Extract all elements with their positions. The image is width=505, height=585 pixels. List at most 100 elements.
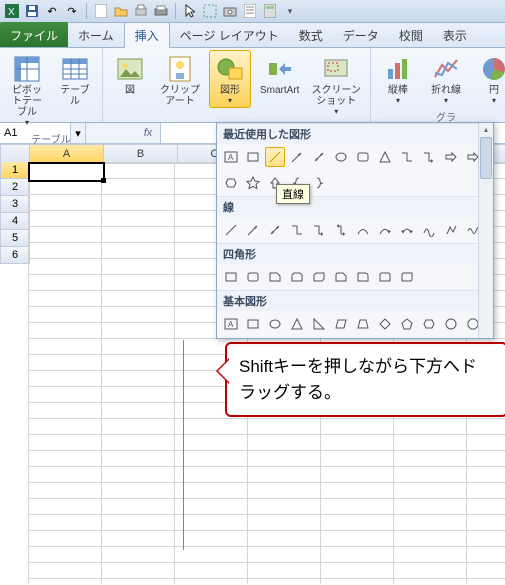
hexagon-basic-shape-icon[interactable]: [419, 314, 439, 334]
oval-basic-shape-icon[interactable]: [265, 314, 285, 334]
print-icon[interactable]: [153, 3, 169, 19]
screenshot-button[interactable]: スクリーン ショット ▾: [308, 50, 364, 119]
save-icon[interactable]: [24, 3, 40, 19]
round-same-rect-shape-icon[interactable]: [375, 267, 395, 287]
elbow-double-arrow-shape-icon[interactable]: [331, 220, 351, 240]
group-tables: ピボットテーブル ▾ テーブル テーブル: [0, 48, 103, 122]
pie-chart-button[interactable]: 円 ▾: [473, 50, 505, 108]
tab-formulas[interactable]: 数式: [289, 23, 333, 47]
elbow-arrow-connector-shape-icon[interactable]: [419, 147, 439, 167]
row-header-5[interactable]: 5: [0, 230, 30, 247]
calculator-icon[interactable]: [262, 3, 278, 19]
rect-shape-icon[interactable]: [221, 267, 241, 287]
scrollbar-thumb[interactable]: [480, 137, 492, 179]
open-icon[interactable]: [113, 3, 129, 19]
tab-review[interactable]: 校閲: [389, 23, 433, 47]
instruction-callout: Shiftキーを押しながら下方へドラッグする。: [225, 342, 505, 417]
line-chart-button[interactable]: 折れ線 ▾: [425, 50, 467, 108]
smartart-button[interactable]: SmartArt: [257, 50, 302, 99]
elbow-connector-shape-icon[interactable]: [397, 147, 417, 167]
round-single-rect-shape-icon[interactable]: [353, 267, 373, 287]
tab-file[interactable]: ファイル: [0, 22, 68, 47]
new-icon[interactable]: [93, 3, 109, 19]
pivot-table-button[interactable]: ピボットテーブル ▾: [6, 50, 48, 130]
snip-same-rect-shape-icon[interactable]: [287, 267, 307, 287]
tab-data[interactable]: データ: [333, 23, 389, 47]
arrow-line-shape-icon[interactable]: [243, 220, 263, 240]
heptagon-shape-icon[interactable]: [441, 314, 461, 334]
freeform-shape-icon[interactable]: [441, 220, 461, 240]
form-icon[interactable]: [242, 3, 258, 19]
col-header-b[interactable]: B: [104, 144, 178, 164]
row-header-4[interactable]: 4: [0, 213, 30, 230]
rect-basic-shape-icon[interactable]: [243, 314, 263, 334]
snip-diag-rect-shape-icon[interactable]: [309, 267, 329, 287]
row-header-6[interactable]: 6: [0, 247, 30, 264]
gallery-scrollbar[interactable]: ▴: [478, 123, 493, 338]
clipart-button[interactable]: クリップ アート: [157, 50, 203, 110]
oval-shape-icon[interactable]: [331, 147, 351, 167]
tab-view[interactable]: 表示: [433, 23, 477, 47]
row-header-2[interactable]: 2: [0, 179, 30, 196]
trapezoid-shape-icon[interactable]: [353, 314, 373, 334]
snip-round-rect-shape-icon[interactable]: [331, 267, 351, 287]
double-arrow-shape-icon[interactable]: [309, 147, 329, 167]
dropdown-arrow-icon: ▾: [492, 96, 496, 105]
rounded-rect-shape-icon[interactable]: [243, 267, 263, 287]
parallelogram-shape-icon[interactable]: [331, 314, 351, 334]
tab-home[interactable]: ホーム: [68, 23, 124, 47]
rect-shape-icon[interactable]: [243, 147, 263, 167]
arrow-shape-icon[interactable]: [287, 147, 307, 167]
curved-line-shape-icon[interactable]: [353, 220, 373, 240]
active-cell[interactable]: [28, 162, 105, 182]
textbox-basic-shape-icon[interactable]: A: [221, 314, 241, 334]
drawn-line-shape[interactable]: [183, 340, 184, 550]
pentagon-shape-icon[interactable]: [397, 314, 417, 334]
select-all-corner[interactable]: [0, 144, 30, 164]
right-brace-shape-icon[interactable]: [309, 173, 329, 193]
qat-dropdown-icon[interactable]: ▾: [282, 3, 298, 19]
print-preview-icon[interactable]: [133, 3, 149, 19]
hexagon-shape-icon[interactable]: [221, 173, 241, 193]
diamond-shape-icon[interactable]: [375, 314, 395, 334]
rounded-rect-shape-icon[interactable]: [353, 147, 373, 167]
ribbon-tabs: ファイル ホーム 挿入 ページ レイアウト 数式 データ 校閲 表示: [0, 23, 505, 48]
row-header-3[interactable]: 3: [0, 196, 30, 213]
picture-button[interactable]: 図: [109, 50, 151, 99]
ribbon: ピボットテーブル ▾ テーブル テーブル 図: [0, 48, 505, 123]
curve-shape-icon[interactable]: [419, 220, 439, 240]
svg-text:A: A: [228, 320, 234, 329]
col-header-a[interactable]: A: [30, 144, 104, 164]
round-diag-rect-shape-icon[interactable]: [397, 267, 417, 287]
line-shape-icon[interactable]: [265, 147, 285, 167]
textbox-shape-icon[interactable]: A: [221, 147, 241, 167]
triangle-basic-shape-icon[interactable]: [287, 314, 307, 334]
tab-pagelayout[interactable]: ページ レイアウト: [170, 23, 289, 47]
right-arrow-shape-icon[interactable]: [441, 147, 461, 167]
snip-single-rect-shape-icon[interactable]: [265, 267, 285, 287]
shapes-button[interactable]: 図形 ▾: [209, 50, 251, 108]
camera-icon[interactable]: [222, 3, 238, 19]
table-button[interactable]: テーブル: [54, 50, 96, 110]
cursor-icon[interactable]: [182, 3, 198, 19]
fx-icon[interactable]: fx: [136, 123, 161, 143]
right-triangle-shape-icon[interactable]: [309, 314, 329, 334]
select-objects-icon[interactable]: [202, 3, 218, 19]
undo-icon[interactable]: ↶: [44, 3, 60, 19]
scroll-up-icon[interactable]: ▴: [479, 123, 493, 137]
star-shape-icon[interactable]: [243, 173, 263, 193]
curved-arrow-shape-icon[interactable]: [375, 220, 395, 240]
shape-tooltip: 直線: [276, 184, 310, 204]
app-icon: X: [4, 3, 20, 19]
pie-chart-icon: [478, 53, 505, 85]
double-arrow-line-shape-icon[interactable]: [265, 220, 285, 240]
row-header-1[interactable]: 1: [0, 162, 30, 179]
line-shape-icon[interactable]: [221, 220, 241, 240]
redo-icon[interactable]: ↷: [64, 3, 80, 19]
elbow-line-shape-icon[interactable]: [287, 220, 307, 240]
column-chart-button[interactable]: 縦棒 ▾: [377, 50, 419, 108]
triangle-shape-icon[interactable]: [375, 147, 395, 167]
curved-double-arrow-shape-icon[interactable]: [397, 220, 417, 240]
tab-insert[interactable]: 挿入: [124, 22, 170, 48]
elbow-arrow-line-shape-icon[interactable]: [309, 220, 329, 240]
